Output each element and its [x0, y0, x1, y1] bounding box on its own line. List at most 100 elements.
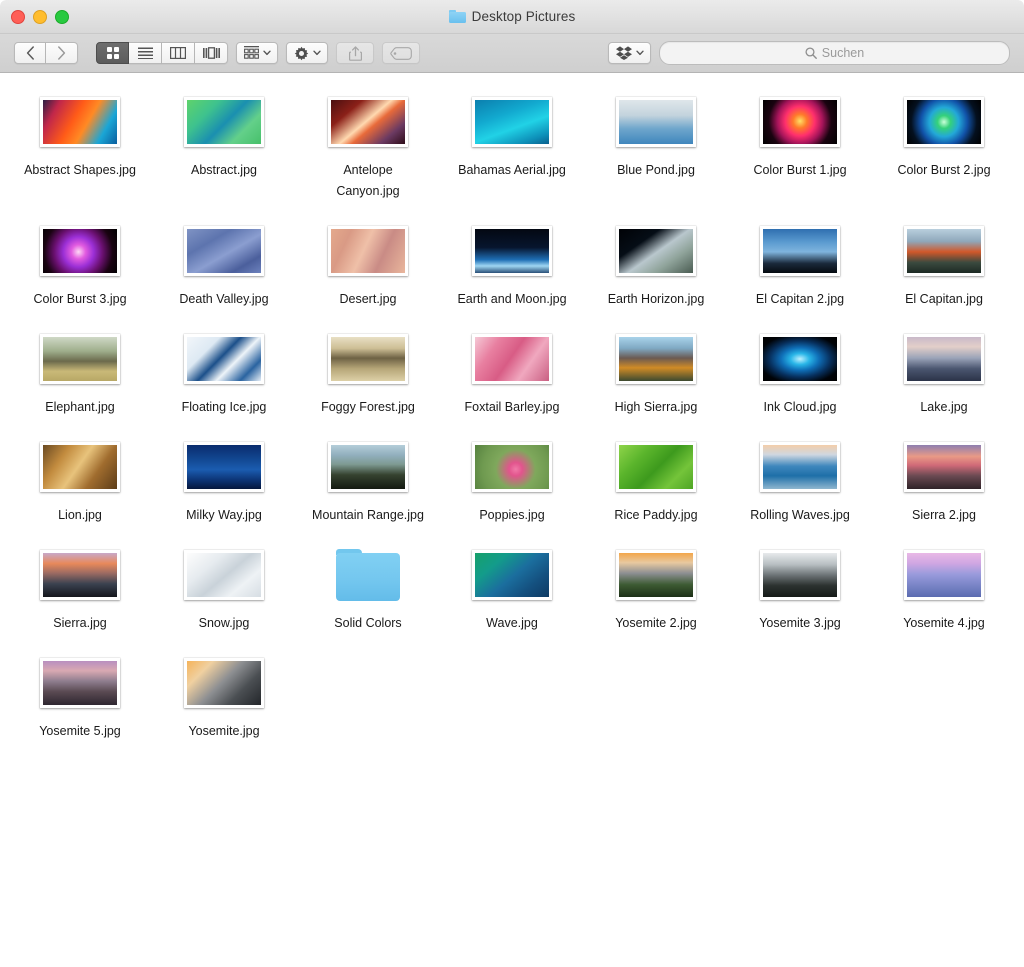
image-thumbnail	[184, 226, 264, 276]
file-label: Sierra.jpg	[53, 616, 107, 630]
file-item[interactable]: Foxtail Barley.jpg	[440, 328, 584, 418]
image-thumbnail	[760, 97, 840, 147]
file-label: El Capitan 2.jpg	[755, 292, 845, 306]
file-item[interactable]: Wave.jpg	[440, 544, 584, 634]
file-thumbnail-wrap	[40, 652, 120, 714]
file-thumbnail-wrap	[760, 328, 840, 390]
file-item[interactable]: Ink Cloud.jpg	[728, 328, 872, 418]
forward-button[interactable]	[46, 42, 78, 64]
file-item[interactable]: Death Valley.jpg	[152, 220, 296, 310]
image-thumbnail	[40, 97, 120, 147]
file-label: Snow.jpg	[198, 616, 250, 630]
file-item[interactable]: Snow.jpg	[152, 544, 296, 634]
file-thumbnail-wrap	[616, 328, 696, 390]
file-item[interactable]: Yosemite 5.jpg	[8, 652, 152, 742]
file-label: Rice Paddy.jpg	[614, 508, 698, 522]
column-view-button[interactable]	[162, 42, 195, 64]
file-label: Rolling Waves.jpg	[750, 508, 850, 522]
file-item[interactable]: Lion.jpg	[8, 436, 152, 526]
file-item[interactable]: Abstract Shapes.jpg	[8, 91, 152, 202]
file-item[interactable]: Yosemite 3.jpg	[728, 544, 872, 634]
file-item[interactable]: Foggy Forest.jpg	[296, 328, 440, 418]
file-label: Elephant.jpg	[45, 400, 115, 414]
file-thumbnail-wrap	[184, 436, 264, 498]
image-thumbnail	[40, 550, 120, 600]
image-thumbnail	[472, 442, 552, 492]
image-thumbnail	[760, 442, 840, 492]
file-label: Floating Ice.jpg	[181, 400, 267, 414]
dropbox-button[interactable]	[608, 42, 651, 64]
file-item[interactable]: Yosemite.jpg	[152, 652, 296, 742]
file-label: Color Burst 2.jpg	[897, 163, 991, 177]
file-label: Milky Way.jpg	[186, 508, 262, 522]
file-item[interactable]: Elephant.jpg	[8, 328, 152, 418]
toolbar: Suchen	[0, 34, 1024, 73]
image-thumbnail	[40, 334, 120, 384]
arrange-button[interactable]	[236, 42, 278, 64]
file-item[interactable]: Bahamas Aerial.jpg	[440, 91, 584, 202]
share-button[interactable]	[336, 42, 374, 64]
close-window-button[interactable]	[11, 10, 25, 24]
tags-button[interactable]	[382, 42, 420, 64]
image-thumbnail	[328, 97, 408, 147]
file-item[interactable]: Rolling Waves.jpg	[728, 436, 872, 526]
columns-icon	[170, 47, 186, 59]
file-item[interactable]: El Capitan.jpg	[872, 220, 1016, 310]
image-thumbnail	[184, 334, 264, 384]
file-item[interactable]: El Capitan 2.jpg	[728, 220, 872, 310]
minimize-window-button[interactable]	[33, 10, 47, 24]
list-view-button[interactable]	[129, 42, 162, 64]
file-item[interactable]: Earth Horizon.jpg	[584, 220, 728, 310]
file-label: Blue Pond.jpg	[617, 163, 695, 177]
file-item[interactable]: Yosemite 2.jpg	[584, 544, 728, 634]
file-item[interactable]: Blue Pond.jpg	[584, 91, 728, 202]
file-item[interactable]: Rice Paddy.jpg	[584, 436, 728, 526]
action-button[interactable]	[286, 42, 328, 64]
maximize-window-button[interactable]	[55, 10, 69, 24]
window-title-area: Desktop Pictures	[0, 0, 1024, 33]
image-thumbnail	[184, 550, 264, 600]
chevron-down-icon	[313, 50, 321, 56]
chevron-down-icon	[636, 50, 644, 56]
file-label: Poppies.jpg	[479, 508, 545, 522]
window-title: Desktop Pictures	[471, 9, 576, 24]
file-item[interactable]: Poppies.jpg	[440, 436, 584, 526]
file-grid-area[interactable]: Abstract Shapes.jpg Abstract.jpg Antelope …	[0, 73, 1024, 966]
file-item[interactable]: Color Burst 2.jpg	[872, 91, 1016, 202]
file-item[interactable]: Milky Way.jpg	[152, 436, 296, 526]
finder-window: Desktop Pictures Suchen Abstract Shapes.…	[0, 0, 1024, 967]
file-item[interactable]: Floating Ice.jpg	[152, 328, 296, 418]
file-item[interactable]: Sierra.jpg	[8, 544, 152, 634]
file-label: Abstract.jpg	[190, 163, 257, 177]
dropbox-icon	[616, 46, 632, 60]
back-button[interactable]	[14, 42, 46, 64]
icon-view-button[interactable]	[96, 42, 129, 64]
file-label: El Capitan.jpg	[905, 292, 983, 306]
file-thumbnail-wrap	[472, 91, 552, 153]
file-item[interactable]: High Sierra.jpg	[584, 328, 728, 418]
file-item[interactable]: Sierra 2.jpg	[872, 436, 1016, 526]
file-item[interactable]: Color Burst 1.jpg	[728, 91, 872, 202]
search-input[interactable]: Suchen	[659, 41, 1010, 65]
file-item[interactable]: Solid Colors	[296, 544, 440, 634]
file-thumbnail-wrap	[40, 328, 120, 390]
file-item[interactable]: Desert.jpg	[296, 220, 440, 310]
file-label: Lake.jpg	[920, 400, 968, 414]
file-thumbnail-wrap	[184, 220, 264, 282]
file-item[interactable]: Earth and Moon.jpg	[440, 220, 584, 310]
file-thumbnail-wrap	[760, 544, 840, 606]
file-item[interactable]: Lake.jpg	[872, 328, 1016, 418]
file-item[interactable]: Abstract.jpg	[152, 91, 296, 202]
file-item[interactable]: Mountain Range.jpg	[296, 436, 440, 526]
file-thumbnail-wrap	[40, 220, 120, 282]
file-thumbnail-wrap	[472, 544, 552, 606]
file-item[interactable]: Antelope Canyon.jpg	[296, 91, 440, 202]
image-thumbnail	[760, 334, 840, 384]
file-item[interactable]: Color Burst 3.jpg	[8, 220, 152, 310]
file-thumbnail-wrap	[904, 91, 984, 153]
coverflow-view-button[interactable]	[195, 42, 228, 64]
image-thumbnail	[616, 442, 696, 492]
file-thumbnail-wrap	[904, 220, 984, 282]
file-label: Yosemite 5.jpg	[39, 724, 121, 738]
file-item[interactable]: Yosemite 4.jpg	[872, 544, 1016, 634]
